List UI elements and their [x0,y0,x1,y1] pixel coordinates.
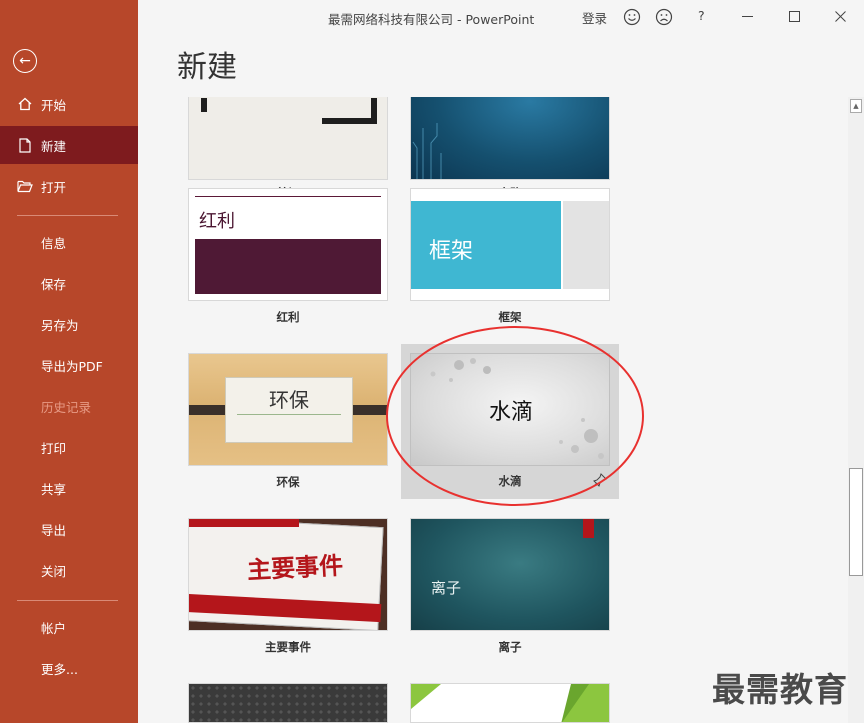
template-tile-ion[interactable]: 离子 离子 [410,518,610,658]
template-thumbnail [188,683,388,723]
sidebar-item-info[interactable]: 信息 [0,223,138,261]
sidebar-item-label: 关闭 [41,563,67,579]
template-label: 离子 [498,640,522,654]
template-label: 主要事件 [265,640,311,654]
pin-icon[interactable] [593,472,607,487]
template-label: 框架 [498,310,522,324]
sidebar-item-label: 打开 [41,179,67,195]
window-title: 最需网络科技有限公司 - PowerPoint [328,12,535,27]
maximize-icon[interactable] [789,11,800,22]
template-tile-major-event[interactable]: 主要事件 主要事件 [188,518,388,658]
sidebar-item-label: 保存 [41,276,67,292]
sidebar-item-label: 更多... [41,661,78,677]
sidebar-item-history: 历史记录 [0,387,138,425]
template-gallery: 剪切 电路 红利 红利 框架 框架 环保 [138,97,848,723]
sidebar-item-label: 信息 [41,235,67,251]
sidebar-item-open[interactable]: 打开 [0,167,138,205]
sidebar-item-label: 新建 [41,138,67,154]
template-thumbnail [410,683,610,723]
title-bar: 最需网络科技有限公司 - PowerPoint 登录 ? [138,0,864,34]
sidebar-item-export[interactable]: 导出 [0,510,138,548]
sidebar-item-account[interactable]: 帐户 [0,608,138,646]
sidebar-item-label: 开始 [41,97,67,113]
thumbnail-title: 水滴 [488,400,533,425]
template-tile-waterdrop[interactable]: 水滴 水滴 [401,344,619,499]
close-icon[interactable] [835,11,846,22]
template-thumbnail [188,97,388,180]
template-thumbnail: 环保 [188,353,388,466]
template-label: 环保 [276,475,300,489]
template-thumbnail: 离子 [410,518,610,631]
template-label: 红利 [276,310,300,324]
frown-icon[interactable] [655,8,673,26]
sidebar-item-label: 打印 [41,440,67,456]
sidebar-item-label: 导出 [41,522,67,538]
sidebar-item-close[interactable]: 关闭 [0,551,138,589]
sidebar-item-share[interactable]: 共享 [0,469,138,507]
backstage-sidebar: ← 开始 新建 打开 信息 保存 另存为 导出为PDF 历史记录 打印 共享 导… [0,0,138,723]
sidebar-divider [17,215,118,216]
sidebar-item-label: 另存为 [41,317,79,333]
template-thumbnail: 红利 [188,188,388,301]
scroll-thumb[interactable] [849,468,863,576]
template-label: 水滴 [498,474,522,488]
home-icon [17,96,33,112]
thumbnail-title: 环保 [269,388,309,412]
sidebar-item-home[interactable]: 开始 [0,85,138,123]
template-tile-eco[interactable]: 环保 环保 [188,353,388,493]
sidebar-item-label: 导出为PDF [41,358,103,374]
thumbnail-title: 主要事件 [246,551,344,585]
sidebar-item-export-pdf[interactable]: 导出为PDF [0,346,138,384]
sidebar-item-save-as[interactable]: 另存为 [0,305,138,343]
sidebar-item-label: 帐户 [41,620,67,636]
vertical-scrollbar[interactable]: ▲ [848,97,864,723]
scroll-up-arrow-icon[interactable]: ▲ [850,99,862,113]
template-thumbnail: 主要事件 [188,518,388,631]
thumbnail-title: 框架 [429,239,474,264]
template-thumbnail: 水滴 [410,353,610,466]
template-tile-dividend[interactable]: 红利 红利 [188,188,388,328]
new-document-icon [17,137,33,153]
sidebar-item-more[interactable]: 更多... [0,649,138,687]
minimize-icon[interactable] [742,11,753,22]
watermark: 最需教育 [712,670,848,709]
back-arrow-icon[interactable]: ← [13,49,37,73]
open-folder-icon [17,178,33,194]
sidebar-divider [17,600,118,601]
smile-icon[interactable] [623,8,641,26]
sidebar-item-new[interactable]: 新建 [0,126,138,164]
template-thumbnail: 框架 [410,188,610,301]
page-title: 新建 [177,50,237,85]
template-tile-partial[interactable] [188,683,388,723]
template-tile-frame[interactable]: 框架 框架 [410,188,610,328]
sidebar-item-print[interactable]: 打印 [0,428,138,466]
template-tile-partial[interactable] [410,683,610,723]
help-button[interactable]: ? [698,8,705,23]
sidebar-item-label: 历史记录 [41,399,92,415]
template-thumbnail [410,97,610,180]
thumbnail-title: 红利 [199,211,235,232]
thumbnail-title: 离子 [431,579,462,597]
login-button[interactable]: 登录 [582,8,607,27]
sidebar-item-label: 共享 [41,481,67,497]
sidebar-item-save[interactable]: 保存 [0,264,138,302]
